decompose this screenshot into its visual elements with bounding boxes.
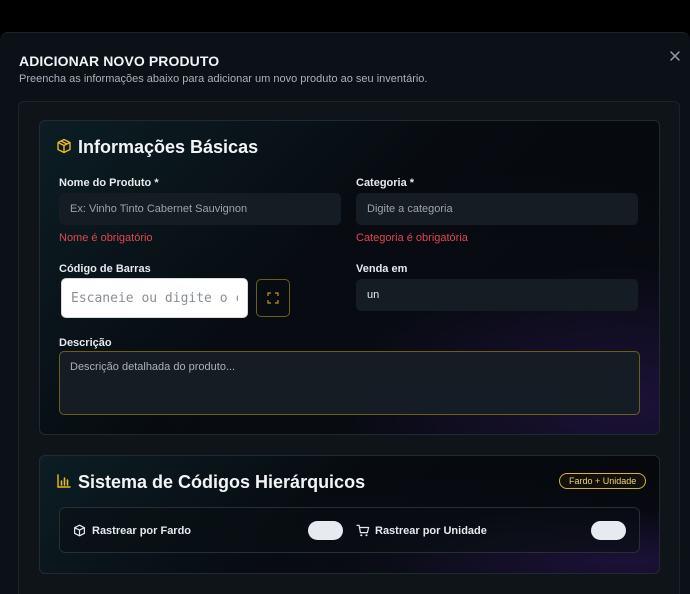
track-bundle-toggle[interactable] [308, 521, 343, 540]
barcode-input[interactable] [61, 278, 248, 318]
category-error: Categoria é obrigatória [356, 232, 468, 244]
track-unit-label: Rastrear por Unidade [375, 525, 487, 537]
track-unit-toggle[interactable] [591, 521, 626, 540]
box-icon [74, 524, 85, 537]
product-name-input[interactable] [59, 193, 341, 225]
track-bundle-label: Rastrear por Fardo [92, 525, 192, 537]
category-label: Categoria * [356, 177, 415, 189]
package-icon [57, 138, 71, 154]
product-name-label: Nome do Produto * [59, 177, 159, 189]
sold-in-label: Venda em [356, 263, 408, 275]
category-input[interactable] [356, 193, 638, 225]
tracking-mode-badge: Fardo + Unidade [559, 473, 647, 489]
dialog-subtitle: Preencha as informações abaixo para adic… [19, 73, 428, 85]
cart-icon [356, 524, 370, 537]
bar-chart-icon [57, 474, 71, 488]
dialog-title: ADICIONAR NOVO PRODUTO [19, 53, 220, 69]
scan-icon [267, 292, 279, 304]
barcode-label: Código de Barras [59, 263, 151, 275]
close-icon[interactable] [668, 49, 682, 63]
product-name-error: Nome é obrigatório [59, 232, 153, 244]
hierarchical-codes-title: Sistema de Códigos Hierárquicos [78, 472, 366, 492]
description-textarea[interactable] [59, 351, 640, 415]
sold-in-input[interactable] [356, 279, 638, 311]
description-label: Descrição [59, 337, 112, 349]
basic-info-title: Informações Básicas [78, 137, 259, 157]
scan-barcode-button[interactable] [256, 279, 290, 317]
